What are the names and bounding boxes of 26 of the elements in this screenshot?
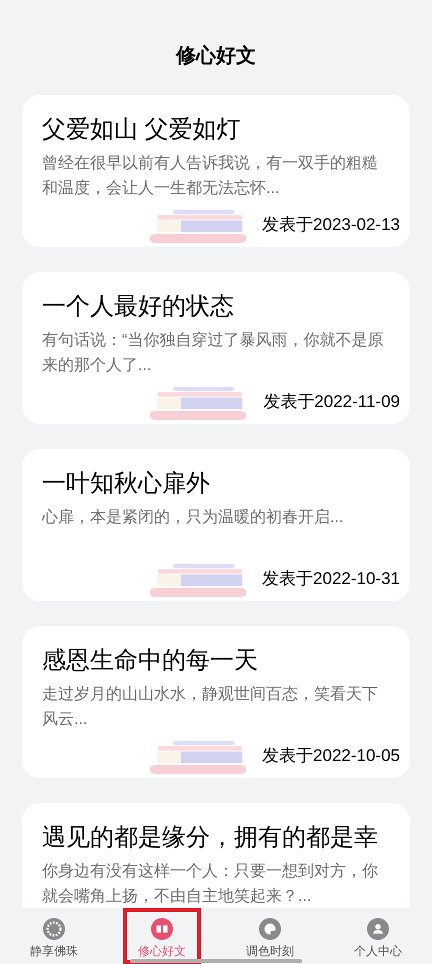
book-icon [151, 918, 173, 940]
palette-icon [259, 918, 281, 940]
article-excerpt: 你身边有没有这样一个人：只要一想到对方，你就会嘴角上扬，不由自主地笑起来？... [42, 862, 379, 907]
publish-date: 发表于2022-11-09 [263, 390, 400, 412]
article-title: 一个人最好的状态 [42, 292, 235, 322]
article-title: 父爱如山 父爱如灯 [42, 115, 242, 145]
article-card[interactable]: 一叶知秋心扉外 心扉，本是紧闭的，只为温暖的初春开启... 发表于2022-10-31 [22, 449, 410, 601]
page-title: 修心好文 [176, 44, 256, 69]
nav-tab[interactable]: 个人中心 [339, 908, 417, 964]
publish-date: 发表于2022-10-31 [262, 568, 400, 590]
article-title: 感恩生命中的每一天 [42, 646, 259, 676]
article-title: 一叶知秋心扉外 [42, 469, 211, 499]
nav-tab[interactable]: 静享佛珠 [15, 908, 93, 964]
publish-date: 发表于2023-02-13 [262, 214, 400, 236]
article-card[interactable]: 感恩生命中的每一天 走过岁月的山山水水，静观世间百态，笑看天下风云... 发表于2022-10-05 [22, 626, 410, 778]
article-card[interactable]: 一个人最好的状态 有句话说：“当你独自穿过了暴风雨，你就不是原来的那个人了... 发表于2022-11-09 [22, 272, 410, 424]
person-icon [367, 918, 389, 940]
article-excerpt: 走过岁月的山山水水，静观世间百态，笑看天下风云... [42, 684, 379, 730]
article-card[interactable]: 父爱如山 父爱如灯 曾经在很早以前有人告诉我说，有一双手的粗糙和温度，会让人一生都无法忘怀... 发表于2023-02-13 [22, 95, 410, 247]
article-card[interactable]: 遇见的都是缘分，拥有的都是幸 你身边有没有这样一个人：只要一想到对方，你就会嘴角上扬，不由自主地笑起来？... [22, 803, 410, 908]
article-excerpt: 心扉，本是紧闭的，只为温暖的初春开启... [42, 508, 344, 528]
article-title: 遇见的都是缘分，拥有的都是幸 [42, 823, 379, 853]
article-excerpt: 有句话说：“当你独自穿过了暴风雨，你就不是原来的那个人了... [42, 330, 384, 376]
ring-icon [43, 918, 65, 940]
publish-date: 发表于2022-10-05 [262, 744, 400, 766]
article-excerpt: 曾经在很早以前有人告诉我说，有一双手的粗糙和温度，会让人一生都无法忘怀... [42, 154, 379, 199]
